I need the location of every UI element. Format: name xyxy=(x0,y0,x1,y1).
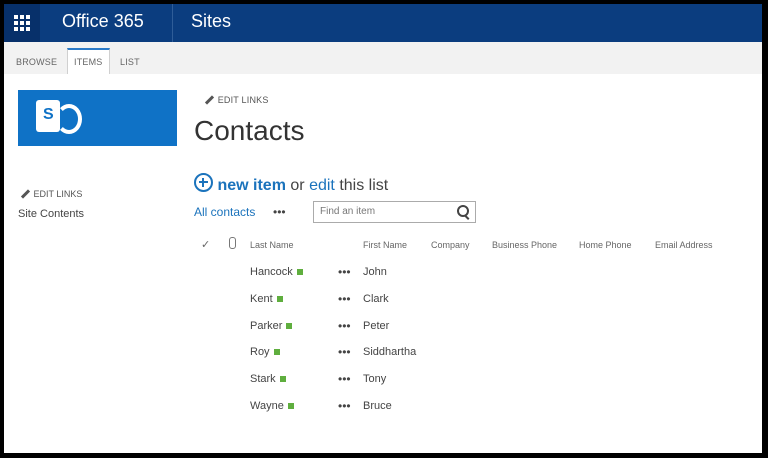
office-365-title[interactable]: Office 365 xyxy=(62,11,144,32)
all-contacts-view[interactable]: All contacts xyxy=(194,205,255,219)
first-name-cell: Siddhartha xyxy=(363,346,417,358)
pencil-icon xyxy=(20,189,31,200)
first-name-cell: Bruce xyxy=(363,400,392,412)
table-row[interactable]: Kent ••• Clark xyxy=(4,289,762,315)
column-header-first-name[interactable]: First Name xyxy=(363,240,407,250)
first-name-cell: Clark xyxy=(363,293,389,305)
select-all-checkmark-icon[interactable]: ✓ xyxy=(201,238,210,251)
table-row[interactable]: Roy ••• Siddhartha xyxy=(4,342,762,368)
last-name-cell[interactable]: Stark xyxy=(250,373,286,385)
column-header-business-phone[interactable]: Business Phone xyxy=(492,240,557,250)
app-frame: Office 365 Sites BROWSE ITEMS LIST S EDI… xyxy=(4,4,762,453)
column-header-home-phone[interactable]: Home Phone xyxy=(579,240,632,250)
row-menu-ellipsis[interactable]: ••• xyxy=(338,399,351,413)
table-row[interactable]: Stark ••• Tony xyxy=(4,369,762,395)
edit-links-top[interactable]: EDIT LINKS xyxy=(204,95,269,106)
new-item-icon xyxy=(276,296,283,303)
new-item-link[interactable]: new item xyxy=(217,177,285,194)
app-launcher-icon[interactable] xyxy=(4,4,40,42)
edit-links-label: EDIT LINKS xyxy=(217,95,269,105)
last-name-cell[interactable]: Roy xyxy=(250,346,280,358)
sharepoint-s-icon: S xyxy=(43,106,54,123)
new-item-icon xyxy=(287,403,294,410)
column-header-email-address[interactable]: Email Address xyxy=(655,240,713,250)
or-text: or xyxy=(290,177,305,194)
table-row[interactable]: Wayne ••• Bruce xyxy=(4,396,762,422)
last-name-cell[interactable]: Kent xyxy=(250,293,283,305)
row-menu-ellipsis[interactable]: ••• xyxy=(338,372,351,386)
row-menu-ellipsis[interactable]: ••• xyxy=(338,345,351,359)
suite-bar: Office 365 Sites xyxy=(4,4,762,42)
edit-links-label: EDIT LINKS xyxy=(33,189,83,199)
new-item-icon xyxy=(279,376,286,383)
add-circle-icon[interactable] xyxy=(194,173,213,192)
last-name-cell[interactable]: Parker xyxy=(250,320,293,332)
new-item-icon xyxy=(296,269,303,276)
new-item-icon xyxy=(273,349,280,356)
site-contents-link[interactable]: Site Contents xyxy=(18,208,84,220)
first-name-cell: John xyxy=(363,266,387,278)
first-name-cell: Peter xyxy=(363,320,390,332)
edit-links-left[interactable]: EDIT LINKS xyxy=(20,189,83,200)
tab-list[interactable]: LIST xyxy=(120,57,140,67)
suite-divider xyxy=(172,4,173,42)
page-title: Contacts xyxy=(194,115,305,146)
column-header-last-name[interactable]: Last Name xyxy=(250,240,294,250)
this-list-text: this list xyxy=(339,177,389,194)
search-icon[interactable] xyxy=(457,205,469,217)
sharepoint-logo[interactable]: S xyxy=(18,90,177,146)
row-menu-ellipsis[interactable]: ••• xyxy=(338,319,351,333)
view-selector: All contacts xyxy=(194,205,255,219)
view-menu-ellipsis[interactable]: ••• xyxy=(273,205,286,219)
tab-items[interactable]: ITEMS xyxy=(67,48,110,74)
row-menu-ellipsis[interactable]: ••• xyxy=(338,292,351,306)
new-item-bar: new item or edit this list xyxy=(194,173,388,195)
last-name-cell[interactable]: Hancock xyxy=(250,266,303,278)
tab-browse[interactable]: BROWSE xyxy=(16,57,57,67)
table-row[interactable]: Hancock ••• John xyxy=(4,262,762,288)
first-name-cell: Tony xyxy=(363,373,387,385)
sites-link[interactable]: Sites xyxy=(191,11,231,32)
search-input[interactable]: Find an item xyxy=(313,201,476,223)
row-menu-ellipsis[interactable]: ••• xyxy=(338,265,351,279)
pencil-icon xyxy=(204,95,215,106)
column-header-company[interactable]: Company xyxy=(431,240,470,250)
table-row[interactable]: Parker ••• Peter xyxy=(4,316,762,342)
edit-list-link[interactable]: edit xyxy=(309,177,335,194)
new-item-icon xyxy=(286,323,293,330)
search-placeholder: Find an item xyxy=(320,206,376,217)
last-name-cell[interactable]: Wayne xyxy=(250,400,294,412)
attachment-icon xyxy=(229,237,236,249)
ribbon: BROWSE ITEMS LIST xyxy=(4,42,762,74)
